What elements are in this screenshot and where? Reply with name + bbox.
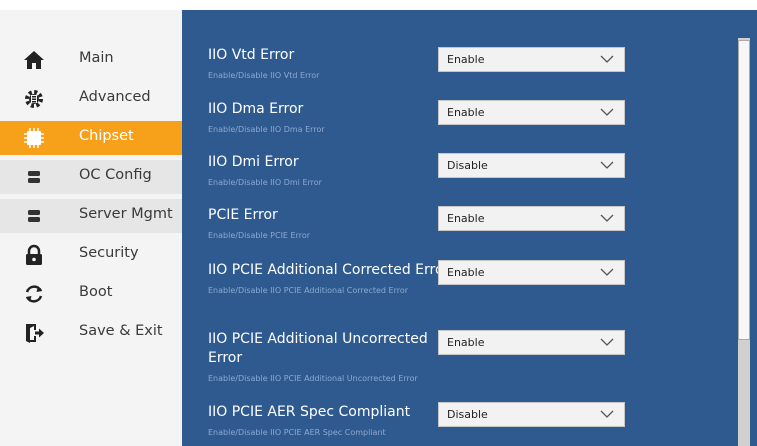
settings-panel: IIO Vtd Error Enable/Disable IIO Vtd Err… — [182, 10, 757, 446]
chevron-down-icon — [600, 108, 614, 116]
dropdown-value: Disable — [447, 159, 488, 172]
dropdown-value: Enable — [447, 266, 485, 279]
dropdown-pcie-error[interactable]: Enable — [438, 206, 625, 231]
chevron-down-icon — [600, 338, 614, 346]
dropdown-iio-dmi-error[interactable]: Disable — [438, 153, 625, 178]
dropdown-value: Enable — [447, 106, 485, 119]
setting-pcie-error: PCIE Error Enable/Disable PCIE Error — [208, 206, 453, 240]
home-icon — [24, 51, 44, 69]
sidebar-item-label: OC Config — [79, 167, 152, 183]
setting-title: IIO PCIE Additional Corrected Error — [208, 262, 450, 278]
dropdown-iio-dma-error[interactable]: Enable — [438, 100, 625, 125]
setting-title: PCIE Error — [208, 207, 278, 223]
dropdown-value: Enable — [447, 212, 485, 225]
setting-iio-dma-error: IIO Dma Error Enable/Disable IIO Dma Err… — [208, 100, 453, 134]
setting-iio-pcie-additional-uncorrected-error: IIO PCIE Additional Uncorrected Error En… — [208, 330, 453, 383]
sidebar-item-label: Security — [79, 245, 139, 261]
setting-description: Enable/Disable IIO Dma Error — [208, 125, 325, 134]
setting-description: Enable/Disable IIO Vtd Error — [208, 71, 320, 80]
sidebar-item-label: Main — [79, 50, 114, 66]
setting-title: IIO Vtd Error — [208, 47, 295, 63]
dropdown-iio-pcie-additional-uncorrected-error[interactable]: Enable — [438, 330, 625, 355]
chevron-down-icon — [600, 161, 614, 169]
dropdown-iio-vtd-error[interactable]: Enable — [438, 47, 625, 72]
chevron-down-icon — [600, 214, 614, 222]
memory-icon — [28, 171, 40, 183]
dropdown-value: Enable — [447, 336, 485, 349]
sidebar-item-label: Save & Exit — [79, 323, 163, 339]
memory-icon — [28, 210, 40, 222]
chevron-down-icon — [600, 410, 614, 418]
setting-iio-dmi-error: IIO Dmi Error Enable/Disable IIO Dmi Err… — [208, 153, 453, 187]
sidebar-item-oc-config[interactable]: OC Config — [0, 160, 182, 194]
dropdown-value: Disable — [447, 408, 488, 421]
chevron-down-icon — [600, 268, 614, 276]
sidebar-item-main[interactable]: Main — [0, 43, 182, 77]
exit-icon — [26, 324, 44, 343]
setting-title: IIO Dma Error — [208, 101, 304, 117]
setting-iio-pcie-additional-corrected-error: IIO PCIE Additional Corrected Error Enab… — [208, 261, 453, 295]
sidebar-item-boot[interactable]: Boot — [0, 277, 182, 311]
chevron-down-icon — [600, 55, 614, 63]
sidebar-item-label: Advanced — [79, 89, 151, 105]
top-strip — [0, 0, 757, 10]
sidebar-item-label: Chipset — [79, 128, 134, 144]
lock-icon — [26, 244, 42, 265]
setting-iio-vtd-error: IIO Vtd Error Enable/Disable IIO Vtd Err… — [208, 46, 453, 80]
dropdown-iio-pcie-aer-spec-compliant[interactable]: Disable — [438, 402, 625, 427]
sidebar-item-label: Boot — [79, 284, 113, 300]
setting-title: IIO Dmi Error — [208, 154, 299, 170]
setting-title: IIO PCIE Additional Uncorrected Error — [208, 331, 428, 366]
setting-description: Enable/Disable IIO Dmi Error — [208, 178, 322, 187]
sidebar-item-server-mgmt[interactable]: Server Mgmt — [0, 199, 182, 233]
dropdown-value: Enable — [447, 53, 485, 66]
sidebar: Main Advanced Chipset OC Config Server M… — [0, 10, 182, 446]
sidebar-item-label: Server Mgmt — [79, 206, 173, 222]
setting-title: IIO PCIE AER Spec Compliant — [208, 404, 411, 420]
gear-icon — [25, 90, 43, 108]
setting-iio-pcie-aer-spec-compliant: IIO PCIE AER Spec Compliant Enable/Disab… — [208, 403, 453, 437]
setting-description: Enable/Disable IIO PCIE Additional Uncor… — [208, 374, 418, 383]
setting-description: Enable/Disable IIO PCIE Additional Corre… — [208, 286, 409, 295]
sidebar-item-save-exit[interactable]: Save & Exit — [0, 316, 182, 350]
sidebar-item-advanced[interactable]: Advanced — [0, 82, 182, 116]
scrollbar-thumb[interactable] — [738, 40, 750, 340]
sidebar-item-security[interactable]: Security — [0, 238, 182, 272]
sidebar-item-chipset[interactable]: Chipset — [0, 121, 182, 155]
refresh-icon — [25, 285, 43, 303]
setting-description: Enable/Disable IIO PCIE AER Spec Complia… — [208, 428, 386, 437]
setting-description: Enable/Disable PCIE Error — [208, 231, 311, 240]
dropdown-iio-pcie-additional-corrected-error[interactable]: Enable — [438, 260, 625, 285]
chip-icon — [24, 128, 44, 148]
